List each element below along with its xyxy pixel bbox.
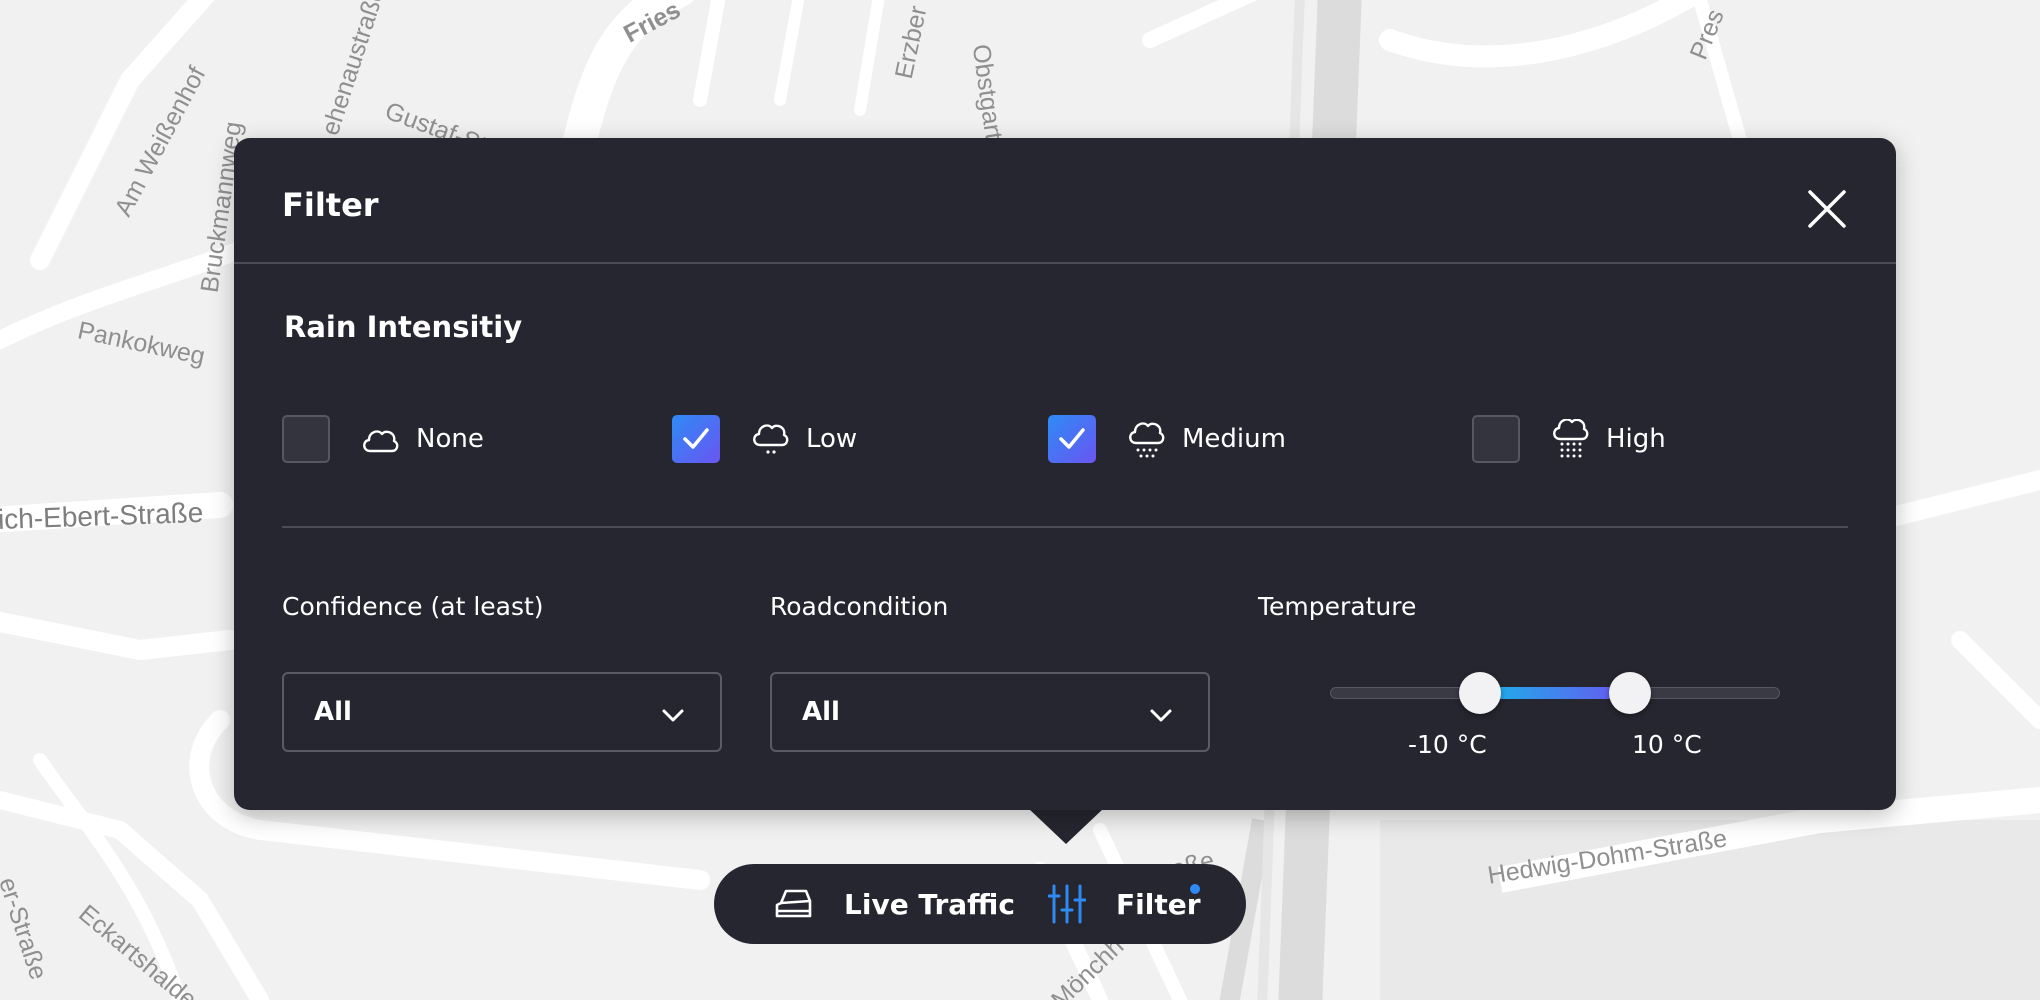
chevron-down-icon (1150, 709, 1172, 722)
live-traffic-button[interactable]: Live Traffic (774, 864, 1015, 944)
rain-high-checkbox[interactable] (1472, 415, 1520, 463)
header-divider (234, 262, 1896, 264)
car-icon (775, 889, 812, 918)
roadcondition-label: Roadcondition (770, 592, 949, 621)
cloud-heavy-rain-icon (1553, 419, 1589, 458)
rain-option-label: Medium (1182, 424, 1286, 454)
rain-low-checkbox[interactable] (672, 415, 720, 463)
rain-intensity-title: Rain Intensitiy (284, 310, 523, 344)
dialog-title: Filter (282, 186, 379, 224)
roadcondition-select[interactable]: All (770, 672, 1210, 752)
filter-button[interactable]: Filter (1048, 864, 1201, 944)
temperature-max-value: 10 °C (1632, 730, 1702, 759)
rain-option-low[interactable]: Low (672, 414, 857, 464)
cloud-light-rain-icon (753, 424, 789, 454)
live-traffic-label: Live Traffic (844, 887, 1015, 921)
roadcondition-value: All (802, 697, 840, 727)
confidence-value: All (314, 697, 352, 727)
temperature-max-thumb[interactable] (1609, 672, 1651, 714)
check-icon (1059, 428, 1085, 449)
cloud-icon (363, 430, 399, 453)
section-divider (282, 526, 1848, 528)
dialog-pointer (1028, 808, 1104, 844)
filter-label: Filter (1116, 887, 1201, 921)
rain-option-high[interactable]: High (1472, 414, 1666, 464)
rain-none-checkbox[interactable] (282, 415, 330, 463)
bottom-toolbar: Live Traffic Filter (714, 864, 1246, 944)
close-button[interactable] (1802, 184, 1852, 234)
temperature-slider-fill (1480, 687, 1630, 699)
confidence-label: Confidence (at least) (282, 592, 544, 621)
sliders-icon (1048, 884, 1086, 924)
chevron-down-icon (662, 709, 684, 722)
confidence-select[interactable]: All (282, 672, 722, 752)
rain-medium-checkbox[interactable] (1048, 415, 1096, 463)
close-icon (1808, 190, 1846, 228)
rain-option-label: High (1606, 424, 1666, 454)
rain-option-label: None (416, 424, 484, 454)
rain-option-medium[interactable]: Medium (1048, 414, 1286, 464)
rain-option-label: Low (806, 424, 858, 454)
cloud-medium-rain-icon (1129, 422, 1165, 458)
temperature-min-value: -10 °C (1408, 730, 1487, 759)
temperature-min-thumb[interactable] (1459, 672, 1501, 714)
temperature-label: Temperature (1258, 592, 1417, 621)
filter-dialog: Filter Rain Intensitiy None Low Medium H… (234, 138, 1896, 810)
check-icon (683, 428, 709, 449)
rain-option-none[interactable]: None (282, 414, 484, 464)
filter-notification-dot (1190, 884, 1200, 894)
